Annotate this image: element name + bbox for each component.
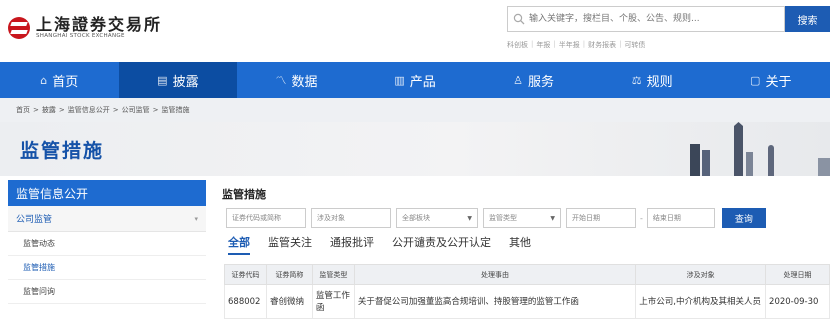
sidebar-section-label: 公司监管	[16, 215, 53, 225]
nav-label: 关于	[765, 74, 792, 90]
sidebar-item-regulatory-inquiry[interactable]: 监管问询	[8, 280, 206, 304]
tab-regulatory-attention[interactable]: 监管关注	[268, 234, 312, 255]
quick-link-convertible-bonds[interactable]: 可转债	[624, 40, 645, 50]
nav-item-disclosure[interactable]: ▤ 披露	[118, 62, 238, 98]
type-select[interactable]: 监管类型 ▼	[483, 208, 561, 228]
quick-link-financial-statements[interactable]: 财务报表	[588, 40, 616, 50]
cell-type: 监管工作函	[311, 284, 355, 319]
sidebar-item-regulatory-news[interactable]: 监管动态	[8, 232, 206, 256]
info-icon: ▢	[750, 73, 761, 87]
cell-name: 睿创微纳	[265, 284, 313, 319]
main-content: 监管措施 证券代码或简称 涉及对象 全部板块 ▼ 监管类型 ▼ 开始日期 - 结…	[216, 180, 830, 319]
tab-all[interactable]: 全部	[228, 234, 250, 255]
nav-label: 数据	[291, 74, 318, 90]
table-header-row: 证券代码 证券简称 监管类型 处理事由 涉及对象 处理日期	[224, 264, 830, 285]
user-icon: ♙	[513, 73, 524, 87]
chevron-down-icon: ▾	[194, 214, 198, 223]
quick-link-star-market[interactable]: 科创板	[507, 40, 528, 50]
category-tabs: 全部 监管关注 通报批评 公开谴责及公开认定 其他	[228, 234, 549, 255]
col-header-reason[interactable]: 处理事由	[353, 264, 637, 285]
nav-item-home[interactable]: ⌂ 首页	[0, 62, 119, 98]
nav-label: 服务	[528, 74, 555, 90]
query-button[interactable]: 查询	[721, 208, 766, 228]
nav-item-services[interactable]: ♙ 服务	[474, 62, 593, 98]
page-banner: 监管措施	[0, 122, 830, 176]
nav-item-data[interactable]: 〽 数据	[237, 62, 356, 98]
document-icon: ▤	[157, 73, 168, 87]
main-nav: ⌂ 首页 ▤ 披露 〽 数据 ▥ 产品 ♙ 服务 ⚖ 规则 ▢ 关于	[0, 62, 830, 98]
breadcrumb-current: 监管措施	[161, 106, 190, 114]
nav-label: 产品	[409, 74, 436, 90]
quick-links: 科创板 | 年报 | 半年报 | 财务报表 | 可转债	[507, 40, 646, 50]
sidebar: 监管信息公开 公司监管 ▾ 监管动态 监管措施 监管问询	[8, 180, 206, 318]
col-header-target[interactable]: 涉及对象	[635, 264, 767, 285]
cell-reason-link[interactable]: 关于督促公司加强董监高合规培训、持股管理的监管工作函	[353, 284, 637, 319]
nav-item-rules[interactable]: ⚖ 规则	[593, 62, 712, 98]
nav-item-products[interactable]: ▥ 产品	[356, 62, 475, 98]
sidebar-section-company-supervision[interactable]: 公司监管 ▾	[8, 206, 206, 232]
logo-chinese-name: 上海證券交易所	[36, 15, 163, 34]
bar-chart-icon: ▥	[394, 73, 405, 87]
col-header-code[interactable]: 证券代码	[224, 264, 267, 285]
quick-link-annual-report[interactable]: 年报	[536, 40, 550, 50]
home-icon: ⌂	[40, 73, 48, 87]
tab-public-criticism[interactable]: 通报批评	[330, 234, 374, 255]
nav-label: 规则	[646, 74, 673, 90]
breadcrumb-home[interactable]: 首页	[16, 105, 30, 115]
search-box	[507, 6, 785, 32]
search-button[interactable]: 搜索	[785, 6, 830, 32]
sse-logo-mark-icon	[8, 16, 30, 39]
scale-icon: ⚖	[631, 73, 642, 87]
tab-public-censure[interactable]: 公开谴责及公开认定	[392, 234, 491, 255]
security-code-input[interactable]: 证券代码或简称	[226, 208, 306, 228]
target-input[interactable]: 涉及对象	[311, 208, 391, 228]
measures-table: 证券代码 证券简称 监管类型 处理事由 涉及对象 处理日期 688002 睿创微…	[224, 264, 830, 319]
nav-label: 首页	[52, 74, 79, 90]
breadcrumb-company-supervision[interactable]: 公司监管	[122, 105, 150, 115]
chart-line-icon: 〽	[275, 74, 287, 87]
cell-code: 688002	[224, 284, 267, 319]
end-date-input[interactable]: 结束日期	[646, 208, 715, 228]
breadcrumb-regulatory-info[interactable]: 监管信息公开	[68, 105, 110, 115]
search-input[interactable]	[525, 8, 784, 30]
tab-other[interactable]: 其他	[509, 234, 531, 255]
city-skyline-image	[690, 122, 830, 176]
breadcrumb: 首页 > 披露 > 监管信息公开 > 公司监管 > 监管措施	[0, 98, 830, 122]
page-title: 监管措施	[20, 140, 105, 162]
cell-date: 2020-09-30	[765, 284, 830, 319]
col-header-name[interactable]: 证券简称	[265, 264, 313, 285]
col-header-date[interactable]: 处理日期	[765, 264, 830, 285]
site-header: 上海證券交易所 SHANGHAI STOCK EXCHANGE 搜索 科创板| …	[0, 0, 830, 62]
search-icon	[513, 13, 525, 25]
start-date-input[interactable]: 开始日期	[566, 208, 636, 228]
quick-link-semiannual-report[interactable]: 半年报	[559, 40, 580, 50]
nav-label: 披露	[172, 74, 199, 90]
sse-logo[interactable]: 上海證券交易所 SHANGHAI STOCK EXCHANGE	[8, 16, 162, 39]
sidebar-heading: 监管信息公开	[8, 180, 206, 206]
breadcrumb-disclosure[interactable]: 披露	[42, 105, 56, 115]
col-header-type[interactable]: 监管类型	[311, 264, 355, 285]
caret-down-icon: ▼	[550, 214, 555, 222]
table-row[interactable]: 688002 睿创微纳 监管工作函 关于督促公司加强董监高合规培训、持股管理的监…	[224, 284, 830, 319]
sidebar-item-regulatory-measures[interactable]: 监管措施	[8, 256, 206, 280]
caret-down-icon: ▼	[467, 214, 472, 222]
cell-target: 上市公司,中介机构及其相关人员	[635, 284, 767, 319]
nav-item-about[interactable]: ▢ 关于	[711, 62, 830, 98]
board-select[interactable]: 全部板块 ▼	[396, 208, 478, 228]
content-title: 监管措施	[222, 188, 266, 201]
filter-bar: 证券代码或简称 涉及对象 全部板块 ▼ 监管类型 ▼ 开始日期 - 结束日期 查…	[226, 208, 766, 228]
